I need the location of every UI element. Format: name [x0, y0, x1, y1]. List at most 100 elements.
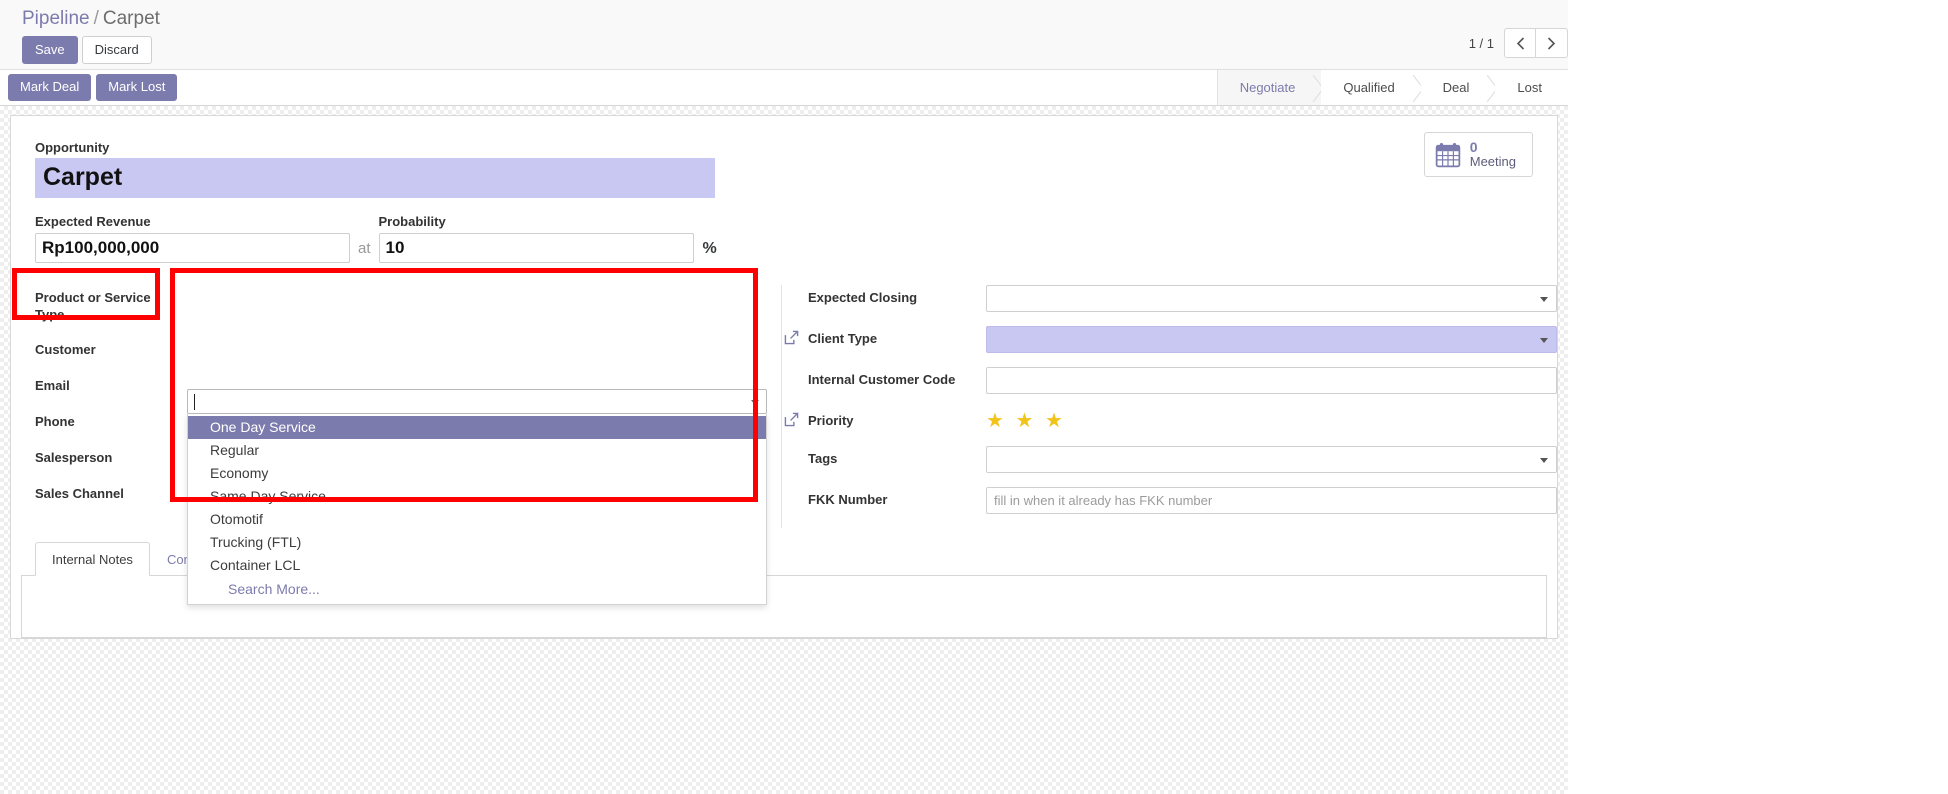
chevron-left-icon — [1516, 36, 1524, 50]
stage-label: Lost — [1517, 80, 1542, 95]
stage-lost[interactable]: Lost — [1495, 70, 1568, 105]
field-label-fkk-number: FKK Number — [808, 487, 986, 508]
pager-next-button[interactable] — [1536, 28, 1568, 58]
external-link-icon[interactable] — [784, 330, 799, 345]
browser-content-clip: Pipeline / Carpet Save Discard 1 / 1 Mark D… — [0, 0, 1568, 794]
dropdown-option[interactable]: Economy — [188, 462, 766, 485]
calendar-icon — [1435, 142, 1460, 167]
dropdown-option-list: One Day Service Regular Economy Same Day Se… — [187, 414, 767, 605]
mark-deal-button[interactable]: Mark Deal — [8, 74, 92, 101]
field-label-email: Email — [35, 378, 70, 393]
stage-label: Deal — [1442, 80, 1470, 95]
dropdown-option[interactable]: Regular — [188, 439, 766, 462]
field-row: Customer — [35, 337, 781, 359]
field-value-client-type — [986, 326, 1557, 353]
discard-button[interactable]: Discard — [81, 36, 152, 64]
field-label-internal-customer-code: Internal Customer Code — [808, 367, 986, 388]
meeting-label: Meeting — [1469, 154, 1516, 169]
expected-closing-select[interactable] — [986, 285, 1557, 312]
breadcrumb: Pipeline / Carpet — [14, 6, 1554, 32]
dropdown-option[interactable]: One Day Service — [188, 416, 766, 439]
field-label-text: Client Type — [808, 331, 878, 346]
mark-lost-button[interactable]: Mark Lost — [96, 74, 178, 101]
client-type-select[interactable] — [986, 326, 1557, 353]
field-label-phone: Phone — [35, 414, 75, 429]
dropdown-option[interactable]: Container LCL — [188, 554, 766, 577]
at-separator: at — [358, 240, 371, 257]
status-action-row: Mark Deal Mark Lost Negotiate Qualified De… — [0, 70, 1568, 106]
field-row: Expected Closing — [808, 285, 1557, 312]
fkk-number-input[interactable] — [986, 487, 1557, 514]
tab-internal-notes[interactable]: Internal Notes — [35, 542, 150, 576]
priority-stars[interactable]: ★ ★ ★ — [986, 408, 1557, 432]
probability-label: Probability — [378, 214, 446, 229]
meeting-stat-button[interactable]: 0 Meeting — [1423, 132, 1533, 177]
field-label-tags: Tags — [808, 446, 986, 467]
probability-input[interactable] — [378, 233, 694, 263]
field-row: Internal Customer Code — [808, 367, 1557, 394]
field-label-text: Internal Customer Code — [808, 372, 956, 387]
field-row: Product or Service Type — [35, 285, 781, 323]
field-row: Tags — [808, 446, 1557, 473]
field-value-expected-closing — [986, 285, 1557, 312]
expected-revenue-label: Expected Revenue — [35, 214, 151, 229]
stage-negotiate[interactable]: Negotiate — [1217, 70, 1322, 105]
probability-group: Probability — [378, 214, 694, 263]
field-label-customer: Customer — [35, 342, 96, 357]
field-row: FKK Number — [808, 487, 1557, 514]
tags-select[interactable] — [986, 446, 1557, 473]
pager-count: 1 / 1 — [1468, 35, 1494, 51]
sheet-background: 0 Meeting Opportunity Expected Revenue a… — [0, 106, 1568, 794]
internal-customer-code-input[interactable] — [986, 367, 1557, 394]
stage-label: Negotiate — [1239, 80, 1296, 95]
pager-previous-button[interactable] — [1504, 28, 1536, 58]
stage-label: Qualified — [1343, 80, 1395, 95]
field-label-client-type: Client Type — [784, 326, 986, 347]
breadcrumb-root[interactable]: Pipeline — [22, 8, 90, 29]
dropdown-option[interactable]: Trucking (FTL) — [188, 531, 766, 554]
save-button[interactable]: Save — [22, 36, 78, 64]
breadcrumb-separator: / — [93, 8, 99, 29]
chevron-down-icon — [1540, 457, 1548, 463]
field-value-tags — [986, 446, 1557, 473]
opportunity-field-group: Opportunity — [11, 132, 1557, 198]
form-sheet: 0 Meeting Opportunity Expected Revenue a… — [10, 115, 1558, 639]
field-label-text: Tags — [808, 451, 838, 466]
field-value-priority: ★ ★ ★ — [986, 408, 1557, 432]
field-label-sales-channel: Sales Channel — [35, 486, 124, 501]
field-label-text: Expected Closing — [808, 290, 918, 305]
product-service-type-dropdown: One Day Service Regular Economy Same Day Se… — [187, 389, 767, 605]
field-label-expected-closing: Expected Closing — [808, 285, 986, 306]
field-label-salesperson: Salesperson — [35, 450, 113, 465]
percent-sign: % — [702, 240, 717, 257]
stage-statusbar: Negotiate Qualified Deal Lost — [1216, 70, 1568, 105]
field-label-text: FKK Number — [808, 492, 888, 507]
field-value-fkk-number — [986, 487, 1557, 514]
text-cursor — [194, 394, 195, 410]
field-row: Priority ★ ★ ★ — [784, 408, 1557, 432]
stage-qualified[interactable]: Qualified — [1321, 70, 1421, 105]
control-panel: Pipeline / Carpet Save Discard 1 / 1 — [0, 0, 1568, 70]
chevron-down-icon — [751, 399, 759, 405]
dropdown-option[interactable]: Same Day Service — [188, 485, 766, 508]
field-label-product-or-service-type: Product or Service Type — [35, 290, 151, 322]
dropdown-option[interactable]: Otomotif — [188, 508, 766, 531]
stage-deal[interactable]: Deal — [1420, 70, 1496, 105]
expected-revenue-input[interactable] — [35, 233, 350, 263]
record-action-buttons: Save Discard — [14, 36, 1554, 64]
opportunity-input[interactable] — [35, 158, 715, 198]
chevron-right-icon — [1547, 36, 1556, 50]
chevron-down-icon — [1540, 296, 1548, 302]
field-value-internal-customer-code — [986, 367, 1557, 394]
field-label-text: Priority — [808, 413, 854, 428]
chevron-down-icon — [1540, 337, 1548, 343]
record-pager: 1 / 1 — [1469, 28, 1568, 58]
app-viewport: Pipeline / Carpet Save Discard 1 / 1 Mark D… — [0, 0, 1948, 794]
field-row: Client Type — [784, 326, 1557, 353]
product-service-type-search-input[interactable] — [187, 389, 767, 414]
dropdown-search-more[interactable]: Search More... — [188, 577, 766, 600]
breadcrumb-current: Carpet — [102, 8, 160, 29]
right-column: Expected Closing Client Type Internal Cust… — [781, 285, 1557, 528]
meeting-count: 0 — [1469, 139, 1478, 155]
external-link-icon[interactable] — [784, 412, 799, 427]
